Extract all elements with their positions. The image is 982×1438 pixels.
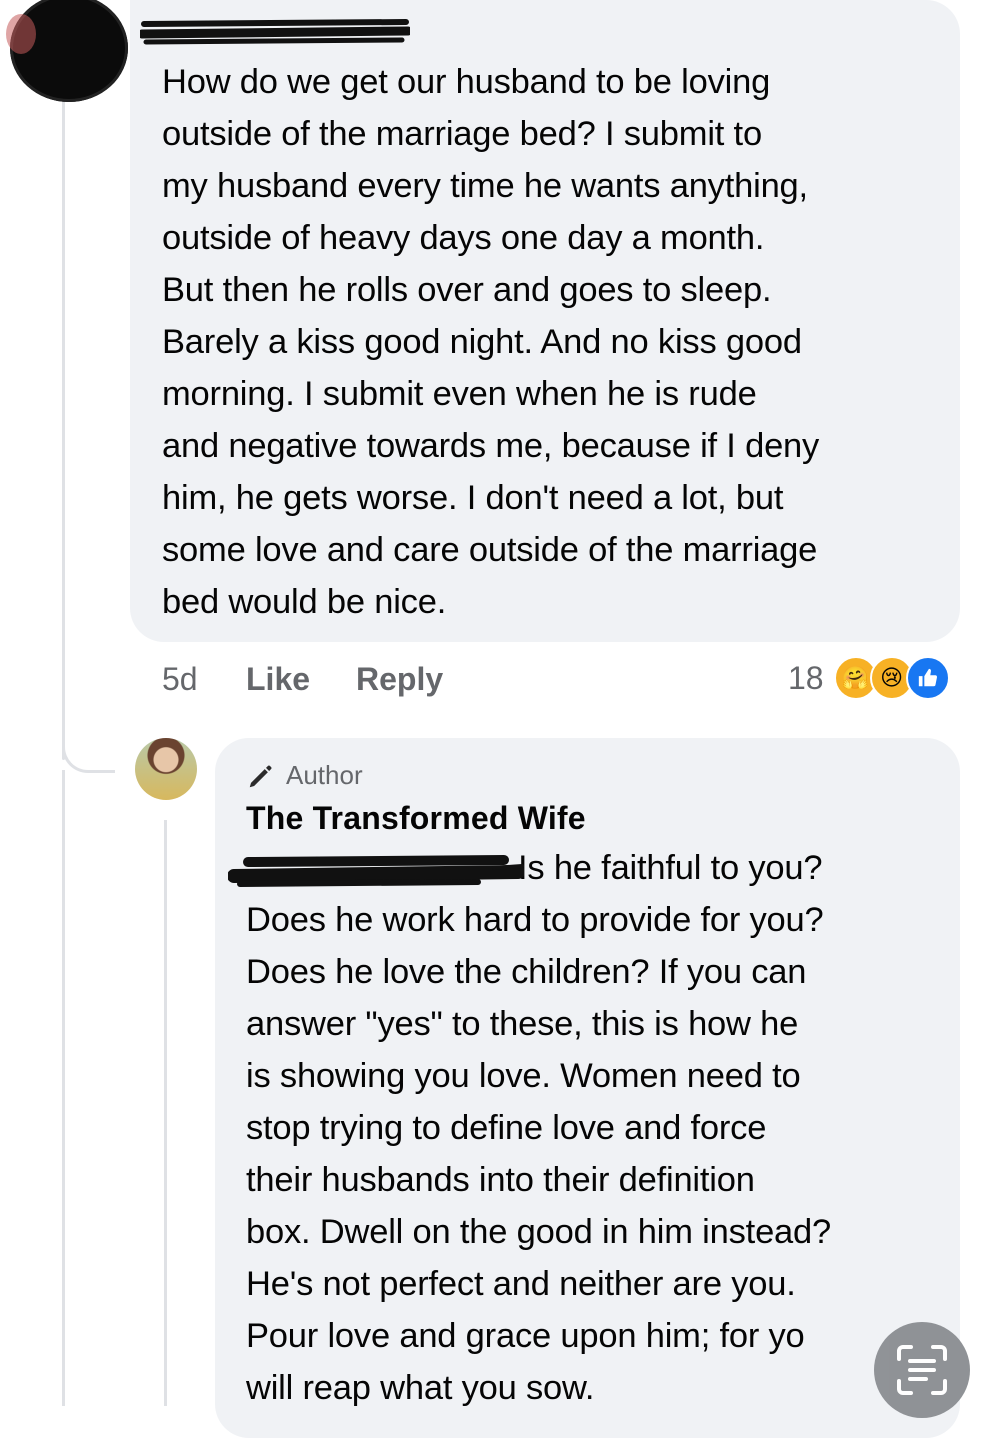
redacted-commenter-name <box>140 19 410 45</box>
reply-text: Is he faithful to you? Does he work hard… <box>246 849 832 1407</box>
comment-text: How do we get our husband to be loving o… <box>162 63 820 621</box>
reply-author-name[interactable]: The Transformed Wife <box>246 800 586 837</box>
reply-button[interactable]: Reply <box>356 661 443 698</box>
thread-line <box>62 770 65 1406</box>
scan-text-icon <box>897 1345 947 1395</box>
reply-thread-line <box>164 820 167 1406</box>
thread-connector <box>62 700 115 773</box>
redacted-avatar[interactable] <box>6 0 128 102</box>
thread-line <box>62 100 65 760</box>
author-badge-label: Author <box>286 760 363 790</box>
comment-timestamp[interactable]: 5d <box>162 661 246 698</box>
author-badge: Author <box>246 760 363 791</box>
comment-actions: 5d Like Reply <box>162 656 443 702</box>
author-avatar[interactable] <box>135 738 197 800</box>
pen-icon <box>249 765 272 787</box>
reaction-summary[interactable]: 18 🤗 😢 <box>788 652 950 704</box>
redacted-mention <box>228 855 524 887</box>
reaction-count: 18 <box>788 659 824 696</box>
like-button[interactable]: Like <box>246 661 356 698</box>
text-scan-button[interactable] <box>874 1322 970 1418</box>
like-reaction-icon <box>905 656 950 700</box>
